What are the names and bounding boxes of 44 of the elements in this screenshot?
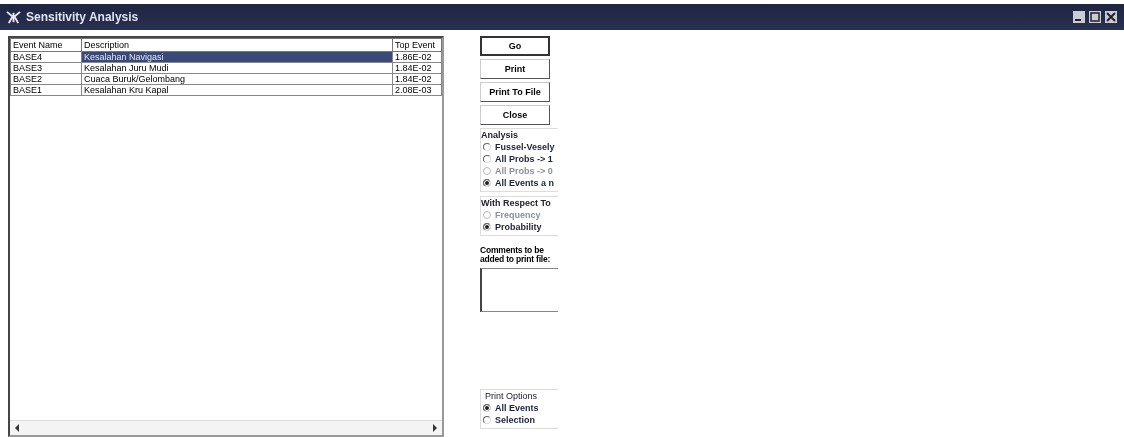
horizontal-scrollbar[interactable] [10,420,442,435]
maximize-icon[interactable] [1088,10,1102,24]
dialog-button[interactable]: Print [480,59,550,79]
table-cell[interactable]: 1.86E-02 [392,51,442,63]
app-icon [6,9,21,25]
table-cell[interactable]: Kesalahan Navigasi [81,51,393,63]
radio-button[interactable] [483,223,491,231]
column-header[interactable]: Top Event [392,38,442,52]
close-icon[interactable] [1104,10,1118,24]
group-title: Analysis [481,130,520,140]
option-label[interactable]: All Events [495,403,539,413]
table-cell[interactable]: BASE3 [10,62,82,74]
table-cell[interactable]: Cuaca Buruk/Gelombang [81,73,393,85]
scroll-left-icon[interactable] [14,424,20,432]
dialog-button[interactable]: Print To File [480,82,550,102]
radio-button[interactable] [483,179,491,187]
group-title: With Respect To [481,198,552,208]
comments-field[interactable] [480,267,558,312]
option-label[interactable]: Selection [495,415,535,425]
radio-button[interactable] [483,155,491,163]
option-label[interactable]: Fussel-Vesely [495,142,555,152]
dialog-button[interactable]: Go [480,36,550,56]
group-title: Print Options [485,391,539,401]
table-cell[interactable]: 1.84E-02 [392,73,442,85]
radio-button[interactable] [483,404,491,412]
column-header[interactable]: Description [81,38,393,52]
scroll-right-icon[interactable] [432,424,438,432]
dialog-button[interactable]: Close [480,105,550,125]
comments-label: Comments to be added to print file: [480,246,552,265]
radio-button[interactable] [483,143,491,151]
option-label[interactable]: All Probs -> 1 [495,154,553,164]
table-cell[interactable]: BASE4 [10,51,82,63]
column-header[interactable]: Event Name [10,38,82,52]
minimize-icon[interactable] [1072,10,1086,24]
table-cell[interactable]: Kesalahan Juru Mudi [81,62,393,74]
option-label[interactable]: Probability [495,222,542,232]
table-cell[interactable]: BASE2 [10,73,82,85]
radio-button[interactable] [483,416,491,424]
table-cell[interactable]: 2.08E-03 [392,84,442,96]
table-cell[interactable]: Kesalahan Kru Kapal [81,84,393,96]
option-label[interactable]: All Events a n [495,178,555,188]
table-cell[interactable]: BASE1 [10,84,82,96]
window-title: Sensitivity Analysis [26,10,139,24]
table-cell[interactable]: 1.84E-02 [392,62,442,74]
